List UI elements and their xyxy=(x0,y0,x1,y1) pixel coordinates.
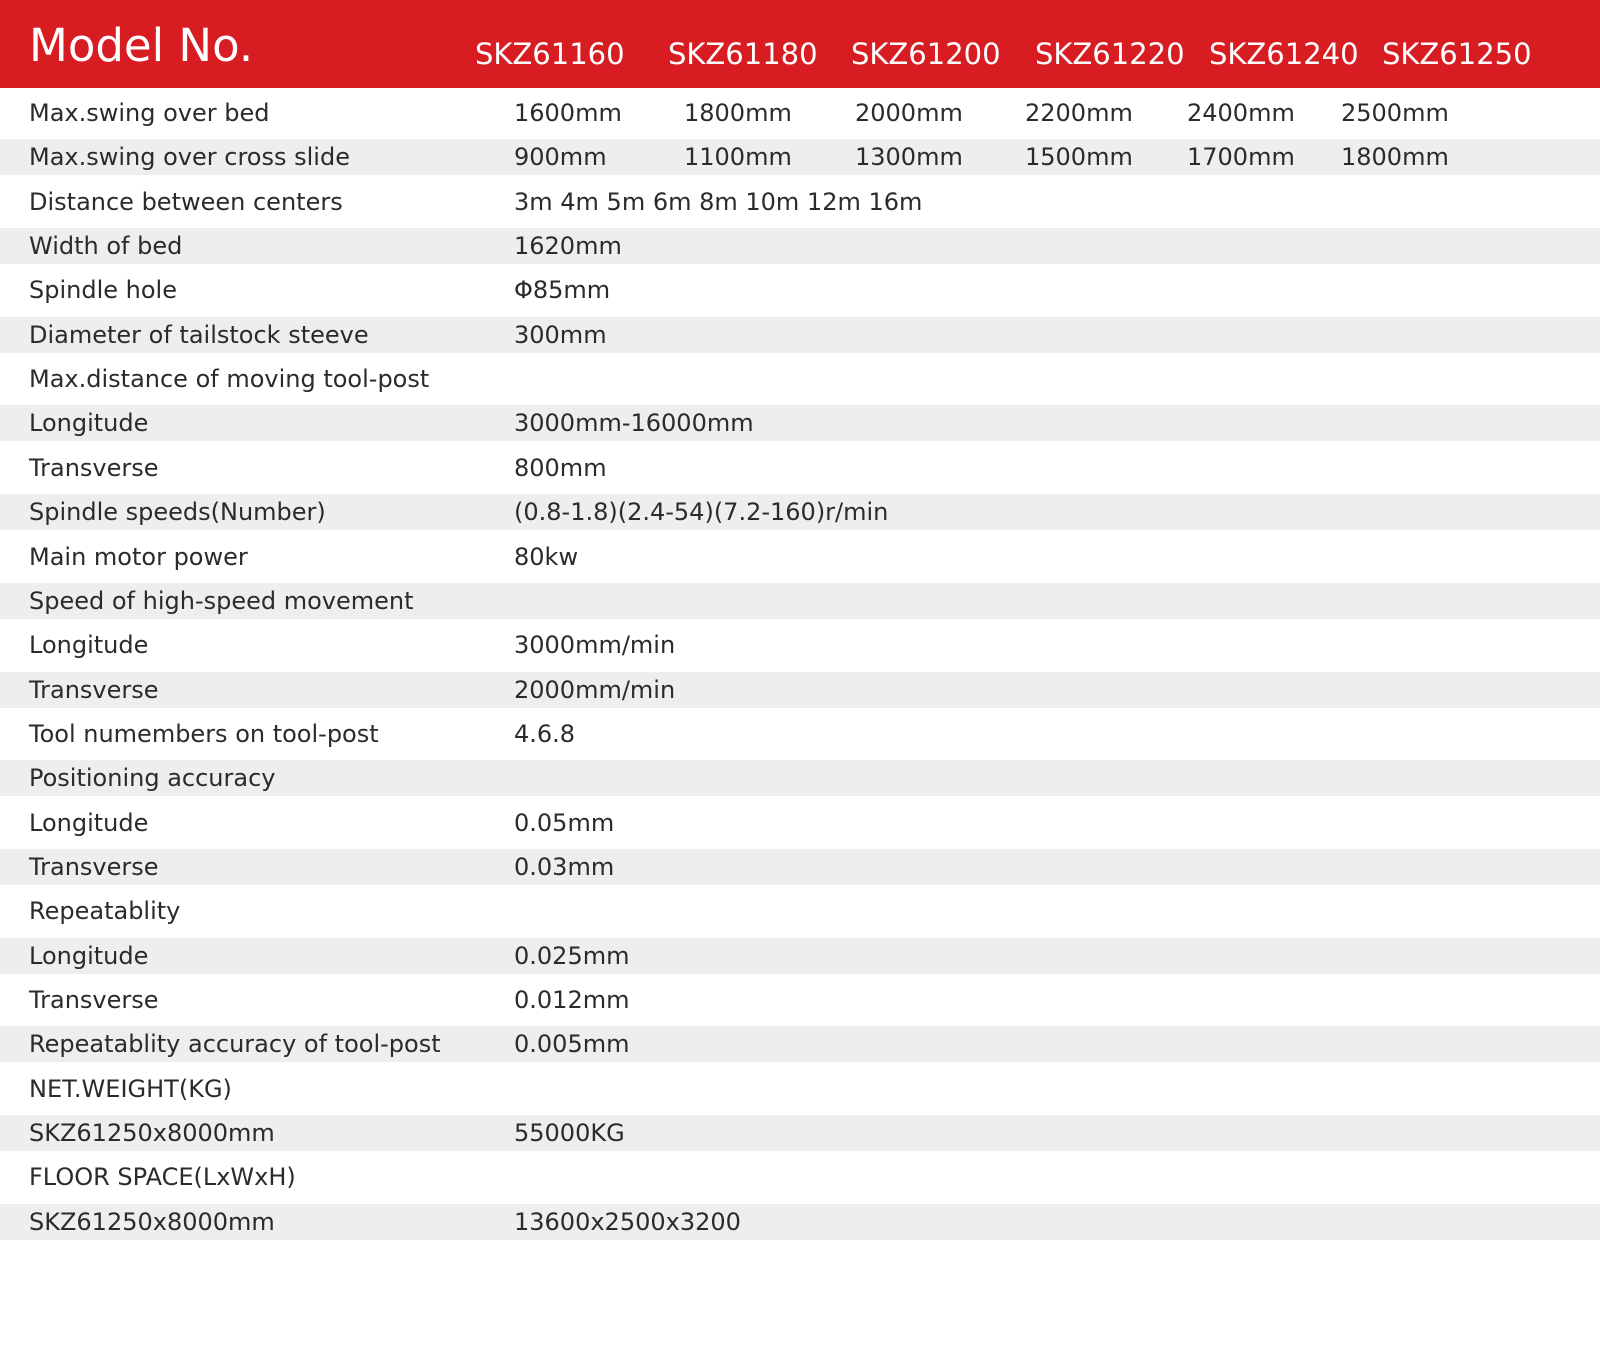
spec-value: 1500mm xyxy=(1025,143,1133,172)
spec-row: Transverse 800mm xyxy=(0,450,1600,486)
spec-row: Spindle hole Φ85mm xyxy=(0,272,1600,308)
spec-label: Max.swing over cross slide xyxy=(29,143,350,172)
spec-label: Longitude xyxy=(29,631,149,660)
spec-table-header: Model No. SKZ61160 SKZ61180 SKZ61200 SKZ… xyxy=(0,0,1600,88)
spec-value: (0.8-1.8)(2.4-54)(7.2-160)r/min xyxy=(514,498,889,527)
model-no-heading: Model No. xyxy=(29,19,254,72)
spec-row: SKZ61250x8000mm 55000KG xyxy=(0,1115,1600,1152)
spec-label: Repeatablity accuracy of tool-post xyxy=(29,1030,441,1059)
spec-row: Transverse 0.03mm xyxy=(0,849,1600,885)
spec-label: Transverse xyxy=(29,986,159,1014)
spec-label: Main motor power xyxy=(29,542,248,571)
spec-label: Spindle hole xyxy=(29,276,177,305)
spec-value: 0.005mm xyxy=(514,1030,630,1059)
spec-label: Longitude xyxy=(29,808,149,837)
spec-value: 0.025mm xyxy=(514,941,630,970)
spec-value: 1700mm xyxy=(1187,143,1295,172)
spec-row: Repeatablity accuracy of tool-post 0.005m… xyxy=(0,1026,1600,1063)
spec-value: 4.6.8 xyxy=(514,719,576,748)
spec-row: Transverse 2000mm/min xyxy=(0,671,1600,708)
spec-value: 55000KG xyxy=(514,1119,625,1148)
spec-value: 13600x2500x3200 xyxy=(514,1207,741,1236)
spec-row: Spindle speeds(Number) (0.8-1.8)(2.4-54)(… xyxy=(0,494,1600,531)
spec-label: Repeatablity xyxy=(29,897,181,926)
spec-row: SKZ61250x8000mm 13600x2500x3200 xyxy=(0,1203,1600,1240)
spec-value: 0.05mm xyxy=(514,808,615,837)
spec-value: 1300mm xyxy=(855,143,963,172)
spec-row: NET.WEIGHT(KG) xyxy=(0,1071,1600,1107)
spec-label: Max.swing over bed xyxy=(29,99,270,127)
spec-label: Spindle speeds(Number) xyxy=(29,498,326,527)
spec-label: Transverse xyxy=(29,453,159,482)
spec-value: 3m 4m 5m 6m 8m 10m 12m 16m xyxy=(514,187,923,216)
spec-value: 800mm xyxy=(514,453,607,482)
model-column-header: SKZ61250 xyxy=(1382,37,1532,71)
model-column-header: SKZ61220 xyxy=(1035,37,1185,71)
spec-label: Transverse xyxy=(29,853,159,881)
spec-value: 0.03mm xyxy=(514,853,615,881)
spec-row: Transverse 0.012mm xyxy=(0,982,1600,1018)
spec-label: Positioning accuracy xyxy=(29,764,276,793)
spec-value: 900mm xyxy=(514,143,607,172)
model-column-header: SKZ61180 xyxy=(668,37,818,71)
spec-label: Longitude xyxy=(29,941,149,970)
spec-label: SKZ61250x8000mm xyxy=(29,1119,275,1148)
spec-row: Max.swing over cross slide 900mm 1100mm 130… xyxy=(0,139,1600,176)
spec-row: Longitude 3000mm/min xyxy=(0,627,1600,663)
spec-label: Distance between centers xyxy=(29,187,343,216)
spec-value: 2500mm xyxy=(1341,99,1449,127)
model-column-header: SKZ61200 xyxy=(851,37,1001,71)
spec-value: 80kw xyxy=(514,542,579,571)
spec-row: Repeatablity xyxy=(0,893,1600,929)
spec-value: 2200mm xyxy=(1025,99,1133,127)
spec-value: 3000mm/min xyxy=(514,631,676,660)
spec-value: 3000mm-16000mm xyxy=(514,409,754,438)
spec-label: FLOOR SPACE(LxWxH) xyxy=(29,1163,296,1192)
spec-row: Longitude 0.025mm xyxy=(0,937,1600,974)
spec-label: Longitude xyxy=(29,409,149,438)
spec-row: Distance between centers 3m 4m 5m 6m 8m 1… xyxy=(0,184,1600,220)
spec-row: Max.distance of moving tool-post xyxy=(0,361,1600,397)
spec-row: Main motor power 80kw xyxy=(0,539,1600,575)
spec-label: Tool numembers on tool-post xyxy=(29,719,379,748)
spec-value: 300mm xyxy=(514,320,607,349)
spec-label: Transverse xyxy=(29,675,159,704)
spec-label: SKZ61250x8000mm xyxy=(29,1207,275,1236)
spec-row: Positioning accuracy xyxy=(0,760,1600,797)
spec-row: Longitude 0.05mm xyxy=(0,805,1600,841)
spec-label: Diameter of tailstock steeve xyxy=(29,320,369,349)
spec-row: FLOOR SPACE(LxWxH) xyxy=(0,1159,1600,1195)
model-column-header: SKZ61240 xyxy=(1209,37,1359,71)
spec-label: Width of bed xyxy=(29,232,183,261)
spec-value: 1600mm xyxy=(514,99,622,127)
spec-value: 2000mm xyxy=(855,99,963,127)
spec-label: NET.WEIGHT(KG) xyxy=(29,1074,232,1103)
spec-row: Diameter of tailstock steeve 300mm xyxy=(0,316,1600,353)
spec-value: 1100mm xyxy=(684,143,792,172)
spec-label: Speed of high-speed movement xyxy=(29,586,414,615)
spec-value: 2400mm xyxy=(1187,99,1295,127)
spec-row: Longitude 3000mm-16000mm xyxy=(0,405,1600,442)
spec-value: 1620mm xyxy=(514,232,622,261)
spec-row: Speed of high-speed movement xyxy=(0,582,1600,619)
spec-row: Width of bed 1620mm xyxy=(0,228,1600,265)
model-column-header: SKZ61160 xyxy=(475,37,625,71)
spec-value: 1800mm xyxy=(1341,143,1449,172)
spec-label: Max.distance of moving tool-post xyxy=(29,365,430,394)
spec-value: 1800mm xyxy=(684,99,792,127)
spec-row: Tool numembers on tool-post 4.6.8 xyxy=(0,716,1600,752)
spec-value: 2000mm/min xyxy=(514,675,676,704)
spec-row: Max.swing over bed 1600mm 1800mm 2000mm 2200… xyxy=(0,95,1600,131)
spec-value: 0.012mm xyxy=(514,986,630,1014)
spec-value: Φ85mm xyxy=(514,276,611,305)
